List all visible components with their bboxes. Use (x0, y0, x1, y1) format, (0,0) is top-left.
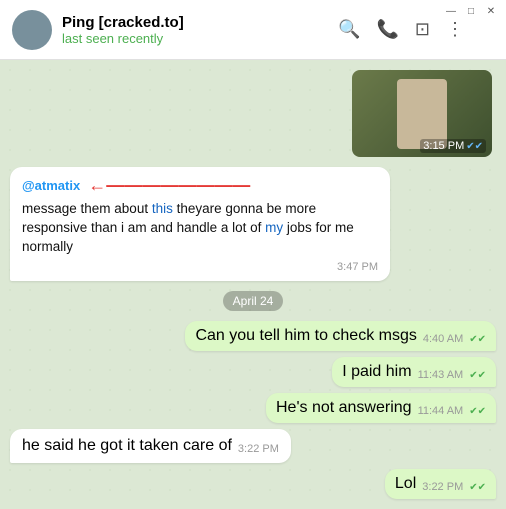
sent-tick-icon: ✔✔ (469, 334, 486, 345)
sent-message-content: Can you tell him to check msgs 4:40 AM ✔… (195, 327, 486, 345)
received-message-2: he said he got it taken care of 3:22 PM (10, 429, 291, 463)
sent-time: 11:44 AM (418, 405, 464, 417)
sent-message-2: I paid him 11:43 AM ✔✔ (332, 357, 496, 387)
sent-tick-icon: ✔✔ (469, 370, 486, 381)
message-time-row: 3:47 PM (22, 261, 378, 273)
video-message: 3:15 PM ✔✔ (352, 70, 492, 157)
maximize-button[interactable]: □ (464, 4, 478, 18)
sent-message-4: Lol 3:22 PM ✔✔ (385, 469, 496, 499)
sent-message-1: Can you tell him to check msgs 4:40 AM ✔… (185, 321, 496, 351)
date-divider: April 24 (223, 291, 284, 311)
minimize-button[interactable]: — (444, 4, 458, 18)
chat-background: 3:15 PM ✔✔ @atmatix ←———————— message th… (0, 60, 506, 509)
sent-text: Can you tell him to check msgs (195, 327, 416, 345)
sent-time: 3:22 PM (422, 481, 463, 493)
sent-message-content: Lol 3:22 PM ✔✔ (395, 475, 486, 493)
chat-header: Ping [cracked.to] last seen recently 🔍 📞… (0, 0, 506, 60)
close-button[interactable]: ✕ (484, 4, 498, 18)
contact-name: Ping [cracked.to] (62, 14, 338, 31)
messages-list: 3:15 PM ✔✔ @atmatix ←———————— message th… (0, 60, 506, 509)
sent-time: 11:43 AM (418, 369, 464, 381)
video-person-figure (397, 79, 447, 149)
sent-text: He's not answering (276, 399, 412, 417)
received-text: he said he got it taken care of (22, 437, 232, 455)
video-time-label: 3:15 PM (423, 140, 464, 152)
mention-text: @atmatix (22, 178, 80, 193)
contact-info: Ping [cracked.to] last seen recently (62, 14, 338, 46)
highlight-my: my (265, 220, 283, 235)
highlight-this: this (152, 201, 177, 216)
sent-tick-icon: ✔✔ (469, 482, 486, 493)
window-chrome: — □ ✕ (436, 0, 506, 22)
call-icon[interactable]: 📞 (376, 19, 398, 40)
video-message-time: 3:15 PM ✔✔ (420, 139, 486, 153)
sent-text: Lol (395, 475, 416, 493)
sent-tick-icon: ✔✔ (469, 406, 486, 417)
message-mention: @atmatix ←———————— (22, 175, 378, 196)
sent-message-content: He's not answering 11:44 AM ✔✔ (276, 399, 486, 417)
header-actions: 🔍 📞 ⊡ ⋮ (338, 19, 464, 40)
message-text-body: message them about this theyare gonna be… (22, 200, 378, 257)
more-icon[interactable]: ⋮ (446, 19, 464, 40)
received-time: 3:22 PM (238, 443, 279, 455)
message-time: 3:47 PM (337, 261, 378, 273)
sent-time: 4:40 AM (423, 333, 463, 345)
sent-message-content: I paid him 11:43 AM ✔✔ (342, 363, 486, 381)
contact-status: last seen recently (62, 31, 338, 46)
contact-avatar (12, 10, 52, 50)
layout-icon[interactable]: ⊡ (415, 19, 430, 40)
received-message-content: he said he got it taken care of 3:22 PM (22, 437, 279, 455)
sent-text: I paid him (342, 363, 411, 381)
search-icon[interactable]: 🔍 (338, 19, 360, 40)
video-tick-icon: ✔✔ (466, 141, 483, 152)
reply-arrow-icon: ←———————— (88, 175, 250, 196)
received-message-1: @atmatix ←———————— message them about th… (10, 167, 390, 281)
sent-message-3: He's not answering 11:44 AM ✔✔ (266, 393, 496, 423)
